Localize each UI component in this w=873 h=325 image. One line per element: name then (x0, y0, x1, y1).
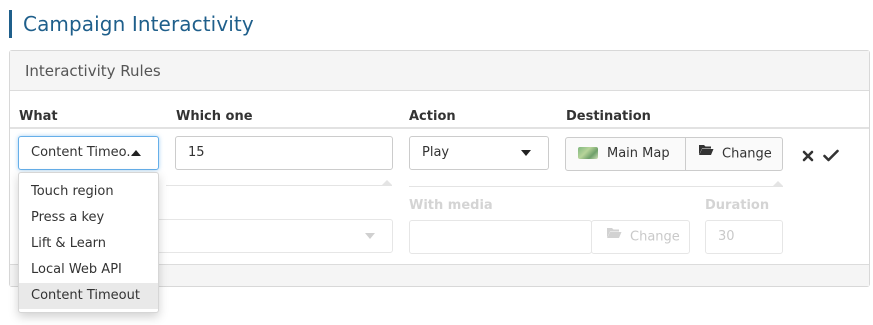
destination-change-button[interactable]: Change (685, 137, 783, 171)
with-media-label: With media (409, 198, 493, 213)
dropdown-item-lift-and-learn[interactable]: Lift & Learn (19, 231, 158, 257)
check-icon[interactable] (823, 147, 839, 162)
column-header-what: What (19, 109, 58, 124)
dropdown-item-touch-region[interactable]: Touch region (19, 179, 158, 205)
dropdown-item-content-timeout[interactable]: Content Timeout (19, 283, 158, 309)
which-one-value: 15 (188, 145, 205, 160)
secondary-select-disabled (155, 219, 393, 253)
dropdown-item-press-a-key[interactable]: Press a key (19, 205, 158, 231)
duration-label: Duration (705, 198, 770, 213)
header-divider (10, 127, 869, 129)
column-header-destination: Destination (566, 109, 651, 124)
what-dropdown-menu: Touch region Press a key Lift & Learn Lo… (18, 172, 159, 313)
column-header-action: Action (409, 109, 456, 124)
which-one-input[interactable]: 15 (175, 136, 393, 170)
panel-heading: Interactivity Rules (10, 51, 869, 91)
duration-placeholder: 30 (718, 229, 735, 244)
action-select[interactable]: Play (409, 136, 549, 170)
with-media-change-button-disabled: Change (591, 220, 690, 254)
action-select-value: Play (422, 145, 450, 160)
page-title: Campaign Interactivity (9, 10, 254, 38)
with-media-input-disabled (409, 220, 592, 254)
column-header-which-one: Which one (176, 109, 253, 124)
dropdown-item-local-web-api[interactable]: Local Web API (19, 257, 158, 283)
action-underline (409, 181, 783, 187)
folder-open-icon (606, 220, 622, 252)
map-thumbnail-icon (578, 146, 598, 159)
folder-open-icon (698, 137, 714, 169)
duration-input-disabled: 30 (705, 220, 783, 254)
destination-name: Main Map (607, 146, 670, 161)
caret-up-icon (131, 150, 141, 156)
destination-main-map-button[interactable]: Main Map (565, 137, 686, 171)
close-icon[interactable] (802, 147, 814, 162)
destination-change-label: Change (722, 146, 772, 162)
caret-down-icon (365, 233, 375, 239)
with-media-change-label: Change (630, 229, 680, 245)
what-select-value: Content Timeo... (31, 145, 139, 160)
what-select[interactable]: Content Timeo... (18, 136, 159, 170)
which-one-underline (166, 180, 392, 186)
caret-down-icon (521, 150, 531, 156)
